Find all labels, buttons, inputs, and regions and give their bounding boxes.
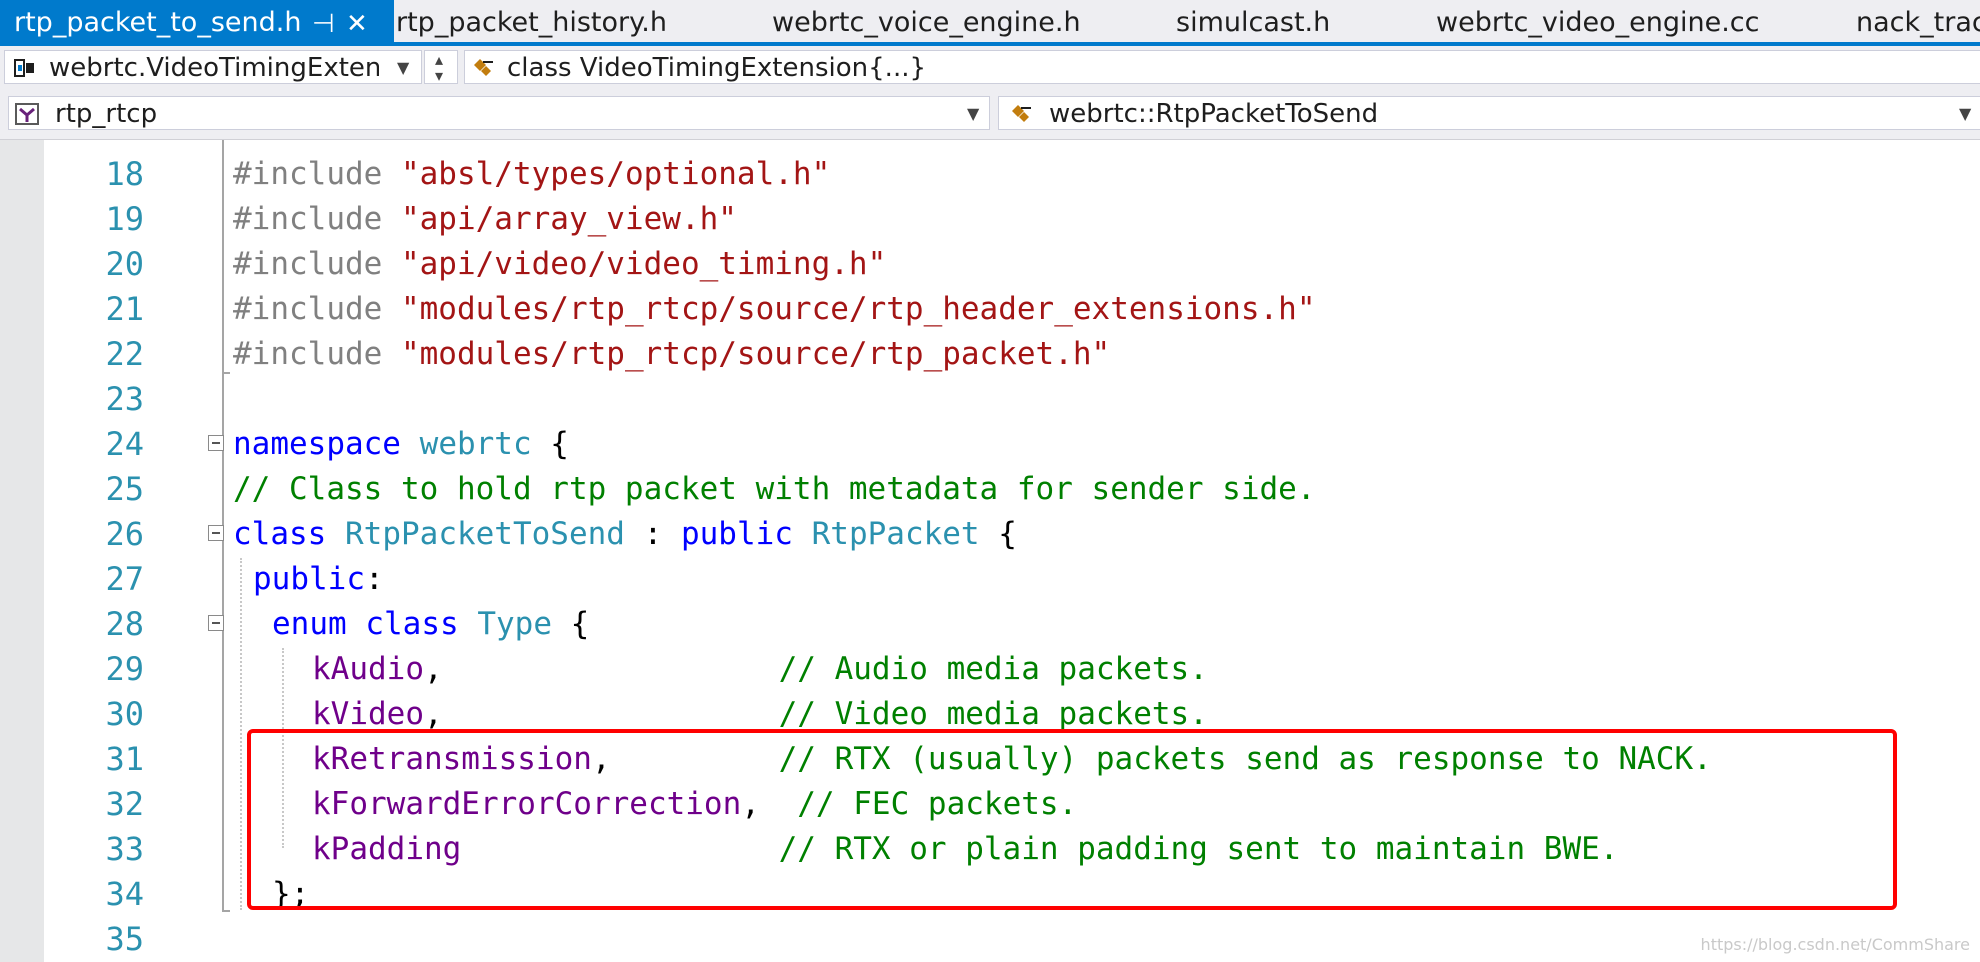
scope-member-combo-text: webrtc::RtpPacketToSend [1049, 99, 1379, 129]
scope-member-combo[interactable]: webrtc::RtpPacketToSend ▼ [998, 96, 1980, 130]
chevron-down-icon: ▼ [1959, 104, 1972, 123]
code-line: 24 namespace webrtc { [0, 422, 1980, 467]
line-number: 26 [105, 515, 144, 553]
code-text: #include "api/video/video_timing.h" [233, 246, 887, 282]
line-number: 29 [105, 650, 144, 688]
tab-simulcast-h[interactable]: simulcast.h [1176, 0, 1330, 42]
member-combo-text: class VideoTimingExtension{...} [507, 53, 927, 83]
line-number: 27 [105, 560, 144, 598]
line-number: 33 [105, 830, 144, 868]
line-number: 34 [105, 875, 144, 913]
line-number: 31 [105, 740, 144, 778]
code-text: kAudio, // Audio media packets. [312, 651, 1208, 687]
watermark: https://blog.csdn.net/CommShare [1700, 935, 1970, 954]
pin-icon[interactable]: ⊣ [312, 0, 335, 42]
code-text: #include "modules/rtp_rtcp/source/rtp_pa… [233, 336, 1111, 372]
code-text: public: [253, 561, 384, 597]
navigation-bar-top: webrtc.VideoTimingExtens ▼ ▴ ▾ class Vid… [0, 46, 1980, 90]
down-arrow-icon[interactable]: ▾ [435, 59, 443, 93]
code-line: 27 public: [0, 557, 1980, 602]
tab-webrtc-voice-engine-h[interactable]: webrtc_voice_engine.h [772, 0, 1081, 42]
scope-combo[interactable]: webrtc.VideoTimingExtens ▼ [4, 50, 422, 84]
line-number: 35 [105, 920, 144, 958]
code-line: 20 #include "api/video/video_timing.h" [0, 242, 1980, 287]
class-icon [474, 59, 493, 76]
document-tab-strip: rtp_packet_to_send.h ⊣ ✕ rtp_packet_hist… [0, 0, 1980, 46]
tab-label: rtp_packet_to_send.h [14, 7, 302, 38]
code-text: // Class to hold rtp packet with metadat… [233, 471, 1316, 507]
code-line: 29 kAudio, // Audio media packets. [0, 647, 1980, 692]
line-number: 24 [105, 425, 144, 463]
tab-label: nack_trac [1856, 7, 1980, 38]
code-line: 28 enum class Type { [0, 602, 1980, 647]
tab-webrtc-video-engine-cc[interactable]: webrtc_video_engine.cc [1436, 0, 1759, 42]
tab-label: rtp_packet_history.h [396, 7, 667, 38]
close-icon[interactable]: ✕ [346, 0, 368, 42]
code-text: namespace webrtc { [233, 426, 569, 462]
project-icon [15, 103, 39, 125]
code-line: 19 #include "api/array_view.h" [0, 197, 1980, 242]
tab-rtp-packet-history-h[interactable]: rtp_packet_history.h [396, 0, 667, 42]
scope-combo-text: webrtc.VideoTimingExtens [49, 53, 379, 83]
code-text: #include "absl/types/optional.h" [233, 156, 831, 192]
tab-label: webrtc_voice_engine.h [772, 7, 1081, 38]
class-icon [1012, 105, 1031, 122]
chevron-down-icon: ▼ [967, 104, 980, 123]
line-number: 23 [105, 380, 144, 418]
line-number: 20 [105, 245, 144, 283]
code-line: 22 #include "modules/rtp_rtcp/source/rtp… [0, 332, 1980, 377]
tab-nack-tracker[interactable]: nack_trac [1856, 0, 1980, 42]
chevron-down-icon: ▼ [397, 58, 410, 77]
tab-label: webrtc_video_engine.cc [1436, 7, 1760, 38]
code-line: 23 [0, 377, 1980, 422]
code-line: 18 #include "absl/types/optional.h" [0, 152, 1980, 197]
navigation-bar: rtp_rtcp ▼ webrtc::RtpPacketToSend ▼ [0, 90, 1980, 140]
code-text: #include "api/array_view.h" [233, 201, 737, 237]
line-number: 32 [105, 785, 144, 823]
project-combo-text: rtp_rtcp [55, 99, 158, 129]
namespace-icon [14, 59, 34, 77]
tab-label: simulcast.h [1176, 7, 1331, 38]
highlight-annotation-box [247, 729, 1897, 910]
project-combo[interactable]: rtp_rtcp ▼ [8, 96, 990, 130]
code-text: #include "modules/rtp_rtcp/source/rtp_he… [233, 291, 1316, 327]
line-number: 18 [105, 155, 144, 193]
line-number: 25 [105, 470, 144, 508]
code-line: 35 [0, 917, 1980, 962]
member-combo[interactable]: class VideoTimingExtension{...} [464, 50, 1980, 84]
line-number: 19 [105, 200, 144, 238]
code-line: 25 // Class to hold rtp packet with meta… [0, 467, 1980, 512]
code-line: 26 class RtpPacketToSend : public RtpPac… [0, 512, 1980, 557]
scope-spinner[interactable]: ▴ ▾ [424, 50, 458, 85]
line-number: 30 [105, 695, 144, 733]
tab-rtp-packet-to-send-h[interactable]: rtp_packet_to_send.h ⊣ ✕ [0, 0, 394, 42]
code-text: enum class Type { [272, 606, 590, 642]
code-text: class RtpPacketToSend : public RtpPacket… [233, 516, 1017, 552]
line-number: 28 [105, 605, 144, 643]
code-line: 21 #include "modules/rtp_rtcp/source/rtp… [0, 287, 1980, 332]
line-number: 21 [105, 290, 144, 328]
line-number: 22 [105, 335, 144, 373]
